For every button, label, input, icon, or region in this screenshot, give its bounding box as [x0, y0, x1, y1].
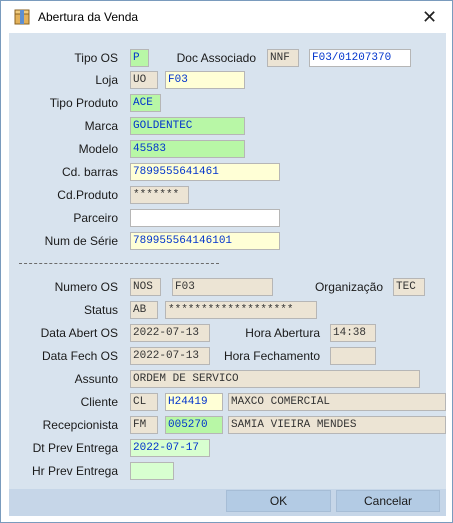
hora-fechamento-field[interactable] — [330, 347, 376, 365]
modelo-field[interactable]: 45583 — [130, 140, 245, 158]
dt-prev-entrega-field[interactable]: 2022-07-17 — [130, 439, 210, 457]
dialog-window: Abertura da Venda ✕ Tipo OS P Doc Associ… — [0, 0, 453, 523]
tipo-os-field[interactable]: P — [130, 49, 149, 67]
status-codigo-field[interactable]: AB — [130, 301, 158, 319]
organizacao-field[interactable]: TEC — [393, 278, 425, 296]
title-bar: Abertura da Venda ✕ — [1, 1, 452, 33]
label-dt-prev-entrega: Dt Prev Entrega — [32, 441, 118, 455]
label-num-serie: Num de Série — [44, 234, 118, 248]
cliente-codigo-field[interactable]: H24419 — [165, 393, 223, 411]
recep-nome-field[interactable]: SAMIA VIEIRA MENDES — [228, 416, 446, 434]
label-doc-associado: Doc Associado — [176, 51, 256, 65]
label-tipo-produto: Tipo Produto — [49, 96, 118, 110]
label-cd-produto: Cd.Produto — [57, 188, 118, 202]
label-hora-abertura: Hora Abertura — [245, 326, 320, 340]
hr-prev-entrega-field[interactable] — [130, 462, 174, 480]
doc-tipo-field[interactable]: NNF — [267, 49, 299, 67]
section-divider — [19, 263, 219, 264]
data-abert-os-field[interactable]: 2022-07-13 — [130, 324, 210, 342]
status-desc-field[interactable]: ******************* — [165, 301, 317, 319]
ok-button[interactable]: OK — [226, 490, 331, 512]
label-parceiro: Parceiro — [73, 211, 118, 225]
marca-field[interactable]: GOLDENTEC — [130, 117, 245, 135]
label-marca: Marca — [84, 119, 118, 133]
label-tipo-os: Tipo OS — [74, 51, 118, 65]
cd-barras-field[interactable]: 7899555641461 — [130, 163, 280, 181]
label-recepcionista: Recepcionista — [42, 418, 118, 432]
label-loja: Loja — [95, 73, 118, 87]
tipo-produto-field[interactable]: ACE — [130, 94, 161, 112]
num-serie-field[interactable]: 789955564146101 — [130, 232, 280, 250]
cliente-nome-field[interactable]: MAXCO COMERCIAL — [228, 393, 446, 411]
parceiro-field[interactable] — [130, 209, 280, 227]
form-area: Tipo OS P Doc Associado NNF F03/01207370… — [9, 33, 446, 516]
label-hora-fechamento: Hora Fechamento — [223, 349, 320, 363]
recep-codigo-field[interactable]: 005270 — [165, 416, 223, 434]
label-data-fech-os: Data Fech OS — [41, 349, 118, 363]
label-assunto: Assunto — [74, 372, 118, 386]
data-fech-os-field[interactable]: 2022-07-13 — [130, 347, 210, 365]
recep-tipo-field[interactable]: FM — [130, 416, 158, 434]
cancel-button[interactable]: Cancelar — [336, 490, 440, 512]
assunto-field[interactable]: ORDEM DE SERVICO — [130, 370, 420, 388]
doc-numero-field[interactable]: F03/01207370 — [309, 49, 411, 67]
loja-nome-field[interactable]: F03 — [165, 71, 245, 89]
cliente-tipo-field[interactable]: CL — [130, 393, 158, 411]
label-organizacao: Organização — [314, 280, 383, 294]
numero-os-loja-field[interactable]: F03 — [172, 278, 273, 296]
close-button[interactable]: ✕ — [407, 1, 452, 33]
numero-os-tipo-field[interactable]: NOS — [130, 278, 161, 296]
label-cliente: Cliente — [80, 395, 118, 409]
label-modelo: Modelo — [78, 142, 118, 156]
close-icon: ✕ — [421, 6, 438, 27]
cd-produto-field[interactable]: ******* — [130, 186, 189, 204]
label-cd-barras: Cd. barras — [61, 165, 118, 179]
hora-abertura-field[interactable]: 14:38 — [330, 324, 376, 342]
window-title: Abertura da Venda — [38, 10, 139, 24]
label-hr-prev-entrega: Hr Prev Entrega — [31, 464, 118, 478]
label-data-abert-os: Data Abert OS — [40, 326, 118, 340]
label-status: Status — [83, 303, 118, 317]
label-numero-os: Numero OS — [54, 280, 118, 294]
loja-codigo-field[interactable]: UO — [130, 71, 158, 89]
package-icon — [14, 9, 30, 25]
